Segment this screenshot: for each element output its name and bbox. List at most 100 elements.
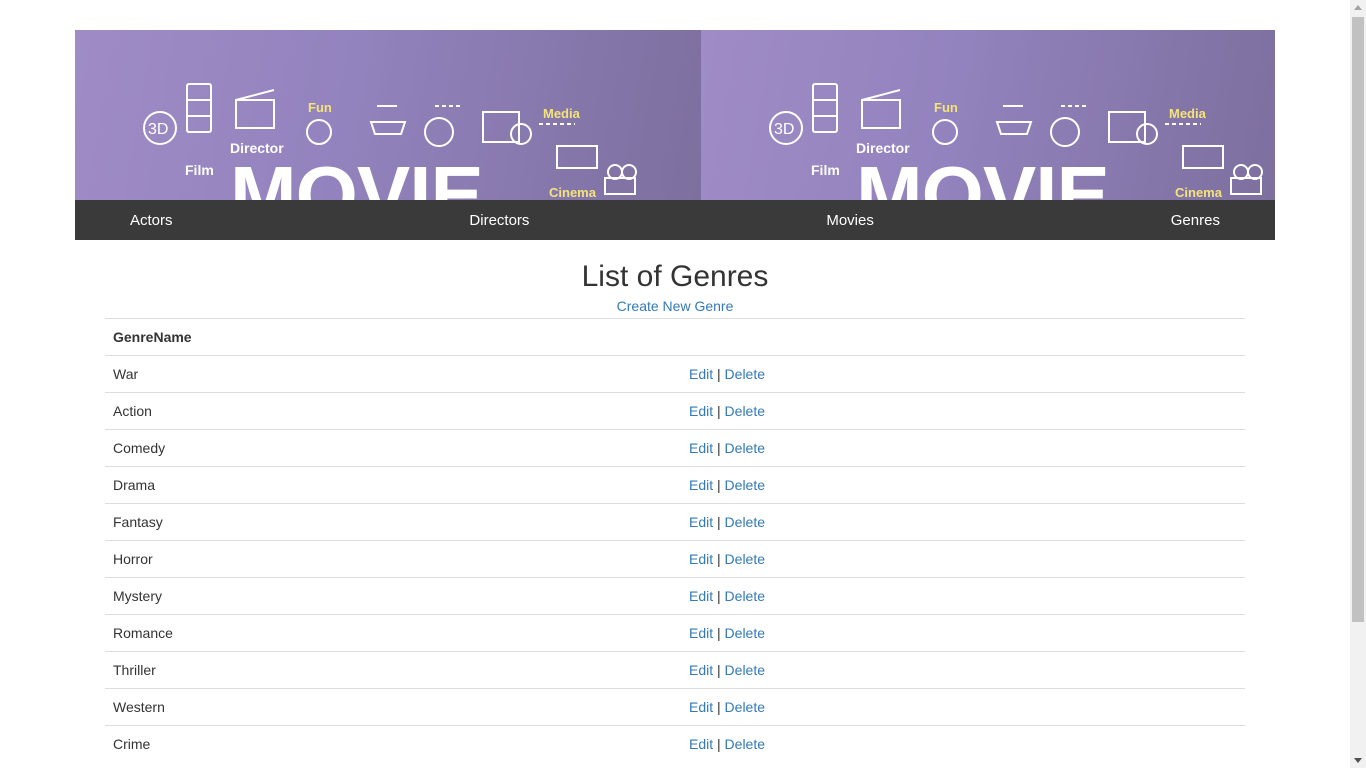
table-row: Comedy Edit | Delete: [105, 429, 1245, 467]
delete-link[interactable]: Delete: [725, 662, 765, 678]
svg-text:Media: Media: [1169, 106, 1207, 121]
nav-item-movies[interactable]: Movies: [826, 212, 874, 229]
row-actions: Edit | Delete: [681, 614, 1245, 652]
delete-link[interactable]: Delete: [725, 588, 765, 604]
delete-link[interactable]: Delete: [725, 366, 765, 382]
edit-link[interactable]: Edit: [689, 699, 713, 715]
row-actions: Edit | Delete: [681, 503, 1245, 541]
svg-text:MOVIE: MOVIE: [856, 150, 1109, 200]
table-row: War Edit | Delete: [105, 355, 1245, 393]
row-actions: Edit | Delete: [681, 725, 1245, 763]
link-separator: |: [717, 403, 721, 419]
delete-link[interactable]: Delete: [725, 699, 765, 715]
svg-text:Fun: Fun: [934, 100, 958, 115]
row-actions: Edit | Delete: [681, 540, 1245, 578]
edit-link[interactable]: Edit: [689, 625, 713, 641]
link-separator: |: [717, 662, 721, 678]
edit-link[interactable]: Edit: [689, 403, 713, 419]
scroll-down-arrow-icon[interactable]: [1350, 752, 1366, 768]
genre-name: Fantasy: [105, 503, 681, 541]
svg-text:Fun: Fun: [308, 100, 332, 115]
genre-name: Horror: [105, 540, 681, 578]
page-title: List of Genres: [581, 260, 769, 293]
genre-name: War: [105, 355, 681, 393]
nav-item-genres[interactable]: Genres: [1171, 212, 1220, 229]
svg-text:Cinema: Cinema: [1175, 185, 1223, 200]
delete-link[interactable]: Delete: [725, 514, 765, 530]
table-row: Crime Edit | Delete: [105, 725, 1245, 763]
edit-link[interactable]: Edit: [689, 736, 713, 752]
edit-link[interactable]: Edit: [689, 477, 713, 493]
svg-text:3D: 3D: [148, 121, 168, 138]
main-navbar: Actors Directors Movies Genres: [75, 200, 1275, 240]
banner-image-left: 3D Film Director Theater Fun Media Cinem…: [75, 30, 701, 200]
vertical-scrollbar[interactable]: [1350, 0, 1366, 768]
genre-name-header: GenreName: [105, 318, 681, 356]
genre-name: Romance: [105, 614, 681, 652]
row-actions: Edit | Delete: [681, 355, 1245, 393]
table-row: Western Edit | Delete: [105, 688, 1245, 726]
row-actions: Edit | Delete: [681, 429, 1245, 467]
svg-text:Media: Media: [543, 106, 581, 121]
scroll-up-arrow-icon[interactable]: [1350, 0, 1366, 16]
genre-name: Action: [105, 392, 681, 430]
link-separator: |: [717, 588, 721, 604]
table-row: Mystery Edit | Delete: [105, 577, 1245, 615]
table-row: Drama Edit | Delete: [105, 466, 1245, 504]
genres-table: GenreName War Edit | Delete Action Edit | D…: [105, 318, 1245, 763]
genre-name: Crime: [105, 725, 681, 763]
link-separator: |: [717, 440, 721, 456]
link-separator: |: [717, 514, 721, 530]
table-row: Action Edit | Delete: [105, 392, 1245, 430]
edit-link[interactable]: Edit: [689, 551, 713, 567]
header-container: 3D Film Director Theater Fun Media Cinem…: [75, 30, 1275, 240]
svg-text:Film: Film: [811, 162, 840, 178]
nav-item-actors[interactable]: Actors: [130, 212, 173, 229]
genres-table-body: War Edit | Delete Action Edit | Delete Comed…: [105, 355, 1245, 763]
table-row: Fantasy Edit | Delete: [105, 503, 1245, 541]
delete-link[interactable]: Delete: [725, 736, 765, 752]
table-header-row: GenreName: [105, 318, 1245, 356]
row-actions: Edit | Delete: [681, 577, 1245, 615]
edit-link[interactable]: Edit: [689, 662, 713, 678]
svg-text:MOVIE: MOVIE: [230, 150, 483, 200]
genre-name: Western: [105, 688, 681, 726]
edit-link[interactable]: Edit: [689, 366, 713, 382]
genre-name: Drama: [105, 466, 681, 504]
svg-text:3D: 3D: [774, 121, 794, 138]
svg-text:Cinema: Cinema: [549, 185, 597, 200]
nav-item-directors[interactable]: Directors: [469, 212, 529, 229]
edit-link[interactable]: Edit: [689, 514, 713, 530]
link-separator: |: [717, 625, 721, 641]
create-new-genre-link[interactable]: Create New Genre: [105, 296, 1245, 316]
movie-banner: 3D Film Director Theater Fun Media Cinem…: [75, 30, 1275, 200]
actions-header: [681, 318, 1245, 356]
table-row: Thriller Edit | Delete: [105, 651, 1245, 689]
link-separator: |: [717, 736, 721, 753]
banner-image-right: 3D Film Director Theater Fun Media Cinem…: [701, 30, 1275, 200]
link-separator: |: [717, 699, 721, 715]
svg-text:Film: Film: [185, 162, 214, 178]
genre-name: Comedy: [105, 429, 681, 467]
edit-link[interactable]: Edit: [689, 440, 713, 456]
delete-link[interactable]: Delete: [725, 403, 765, 419]
genre-name: Mystery: [105, 577, 681, 615]
genre-name: Thriller: [105, 651, 681, 689]
table-row: Horror Edit | Delete: [105, 540, 1245, 578]
link-separator: |: [717, 551, 721, 567]
delete-link[interactable]: Delete: [725, 440, 765, 456]
edit-link[interactable]: Edit: [689, 588, 713, 604]
delete-link[interactable]: Delete: [725, 625, 765, 641]
delete-link[interactable]: Delete: [725, 477, 765, 493]
row-actions: Edit | Delete: [681, 651, 1245, 689]
delete-link[interactable]: Delete: [725, 551, 765, 567]
page: 3D Film Director Theater Fun Media Cinem…: [0, 0, 1350, 768]
link-separator: |: [717, 477, 721, 493]
row-actions: Edit | Delete: [681, 392, 1245, 430]
row-actions: Edit | Delete: [681, 688, 1245, 726]
table-row: Romance Edit | Delete: [105, 614, 1245, 652]
scrollbar-thumb[interactable]: [1352, 17, 1364, 622]
link-separator: |: [717, 366, 721, 382]
main-content: List of Genres Create New Genre GenreNam…: [105, 240, 1245, 763]
row-actions: Edit | Delete: [681, 466, 1245, 504]
